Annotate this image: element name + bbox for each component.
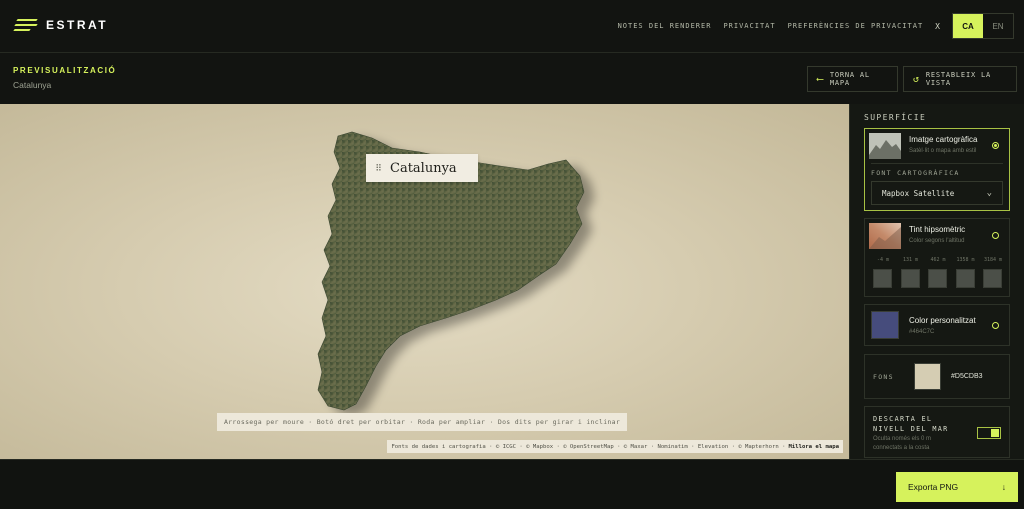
elevation-stop[interactable]: 1358 m [955,257,976,288]
stop-swatch[interactable] [873,269,892,288]
top-nav: NOTES DEL RENDERER PRIVACITAT PREFERÈNCI… [618,13,1014,39]
custom-color-radio[interactable] [992,322,999,329]
mountain-thumbnail-icon [869,133,901,159]
imagery-radio[interactable] [992,142,999,149]
region-label-text: Catalunya [390,160,457,176]
map-source-value: Mapbox Satellite [882,188,955,198]
background-color-hex: #D5CDB3 [951,373,983,380]
map-canvas[interactable]: ⠿ Catalunya Arrossega per moure · Botó d… [0,104,849,459]
nav-privacy[interactable]: PRIVACITAT [723,22,775,30]
sea-level-desc: Oculta només els 0 m connectats a la cos… [873,436,932,451]
preview-region: Catalunya [13,80,52,90]
logo-mark-icon [13,17,38,33]
hypsometric-option-card[interactable]: Tint hipsomètric Color segons l'altitud … [864,218,1010,297]
hypsometric-radio[interactable] [992,232,999,239]
preview-header: PREVISUALITZACIÓ Catalunya ⟵ TORNA AL MA… [0,53,1024,104]
language-switch: CA EN [952,13,1014,39]
brand-name: ESTRAT [46,18,109,32]
arrow-down-icon: ↓ [1001,482,1006,492]
sea-level-toggle[interactable] [977,427,1001,439]
stop-swatch[interactable] [983,269,1002,288]
reset-view-button[interactable]: ↺ RESTABLEIX LA VISTA [903,66,1017,92]
attribution-text: Fonts de dades i cartografia · © ICGC · … [391,443,786,450]
hypsometric-option-desc: Color segons l'altitud [909,238,965,244]
elevation-stops: -4 m 131 m 462 m 1358 m 3184 m [873,257,1003,288]
region-label[interactable]: ⠿ Catalunya [366,154,478,182]
back-to-map-label: TORNA AL MAPA [829,71,870,87]
preview-title: PREVISUALITZACIÓ [13,66,117,75]
elevation-stop[interactable]: 131 m [900,257,921,288]
bottom-bar: Exporta PNG ↓ [0,459,1024,509]
sea-level-card: DESCARTA EL NIVELL DEL MAR Oculta només … [864,406,1010,458]
sea-level-title: DESCARTA EL NIVELL DEL MAR [873,415,949,433]
lang-ca-button[interactable]: CA [953,14,983,38]
hypsometric-option-name: Tint hipsomètric [909,225,966,234]
lang-en-button[interactable]: EN [983,14,1013,38]
elevation-stop[interactable]: 3184 m [983,257,1003,288]
custom-color-hex: #464C7C [909,329,935,335]
map-source-label: FONT CARTOGRÀFICA [871,169,960,177]
background-color-swatch[interactable] [914,363,941,390]
chevron-down-icon: ⌄ [986,188,992,198]
top-bar: ESTRAT NOTES DEL RENDERER PRIVACITAT PRE… [0,0,1024,53]
hypsometric-thumbnail-icon [869,223,901,249]
map-source-select[interactable]: Mapbox Satellite ⌄ [871,181,1003,205]
arrow-left-icon: ⟵ [817,73,824,85]
imagery-option-card[interactable]: Imatge cartogràfica Satèl·lit o mapa amb… [864,128,1010,211]
surface-panel: SUPERFÍCIE Imatge cartogràfica Satèl·lit… [849,104,1024,459]
improve-map-link[interactable]: Millora el mapa [788,444,839,450]
imagery-option-name: Imatge cartogràfica [909,135,978,144]
panel-title: SUPERFÍCIE [864,113,927,122]
logo[interactable]: ESTRAT [13,17,109,33]
stop-swatch[interactable] [955,269,975,288]
elevation-stop[interactable]: -4 m [873,257,893,288]
custom-color-option-name: Color personalitzat [909,316,976,325]
export-png-button[interactable]: Exporta PNG ↓ [896,472,1018,502]
nav-renderer-notes[interactable]: NOTES DEL RENDERER [618,22,712,30]
background-card: FONS #D5CDB3 [864,354,1010,399]
reset-view-label: RESTABLEIX LA VISTA [925,71,992,87]
background-label: FONS [873,373,894,381]
back-to-map-button[interactable]: ⟵ TORNA AL MAPA [807,66,898,92]
reset-icon: ↺ [913,73,920,85]
controls-hint: Arrossega per moure · Botó dret per orbi… [217,413,628,431]
custom-color-option-card[interactable]: Color personalitzat #464C7C [864,304,1010,346]
close-x-button[interactable]: X [935,22,940,31]
drag-handle-icon[interactable]: ⠿ [366,163,390,174]
nav-privacy-preferences[interactable]: PREFERÈNCIES DE PRIVACITAT [788,22,924,30]
elevation-stop[interactable]: 462 m [928,257,948,288]
custom-color-swatch[interactable] [871,311,899,339]
export-png-label: Exporta PNG [908,482,959,492]
stop-swatch[interactable] [928,269,947,288]
map-attribution: Fonts de dades i cartografia · © ICGC · … [387,440,843,453]
imagery-option-desc: Satèl·lit o mapa amb estil [909,148,977,154]
stop-swatch[interactable] [900,269,920,288]
